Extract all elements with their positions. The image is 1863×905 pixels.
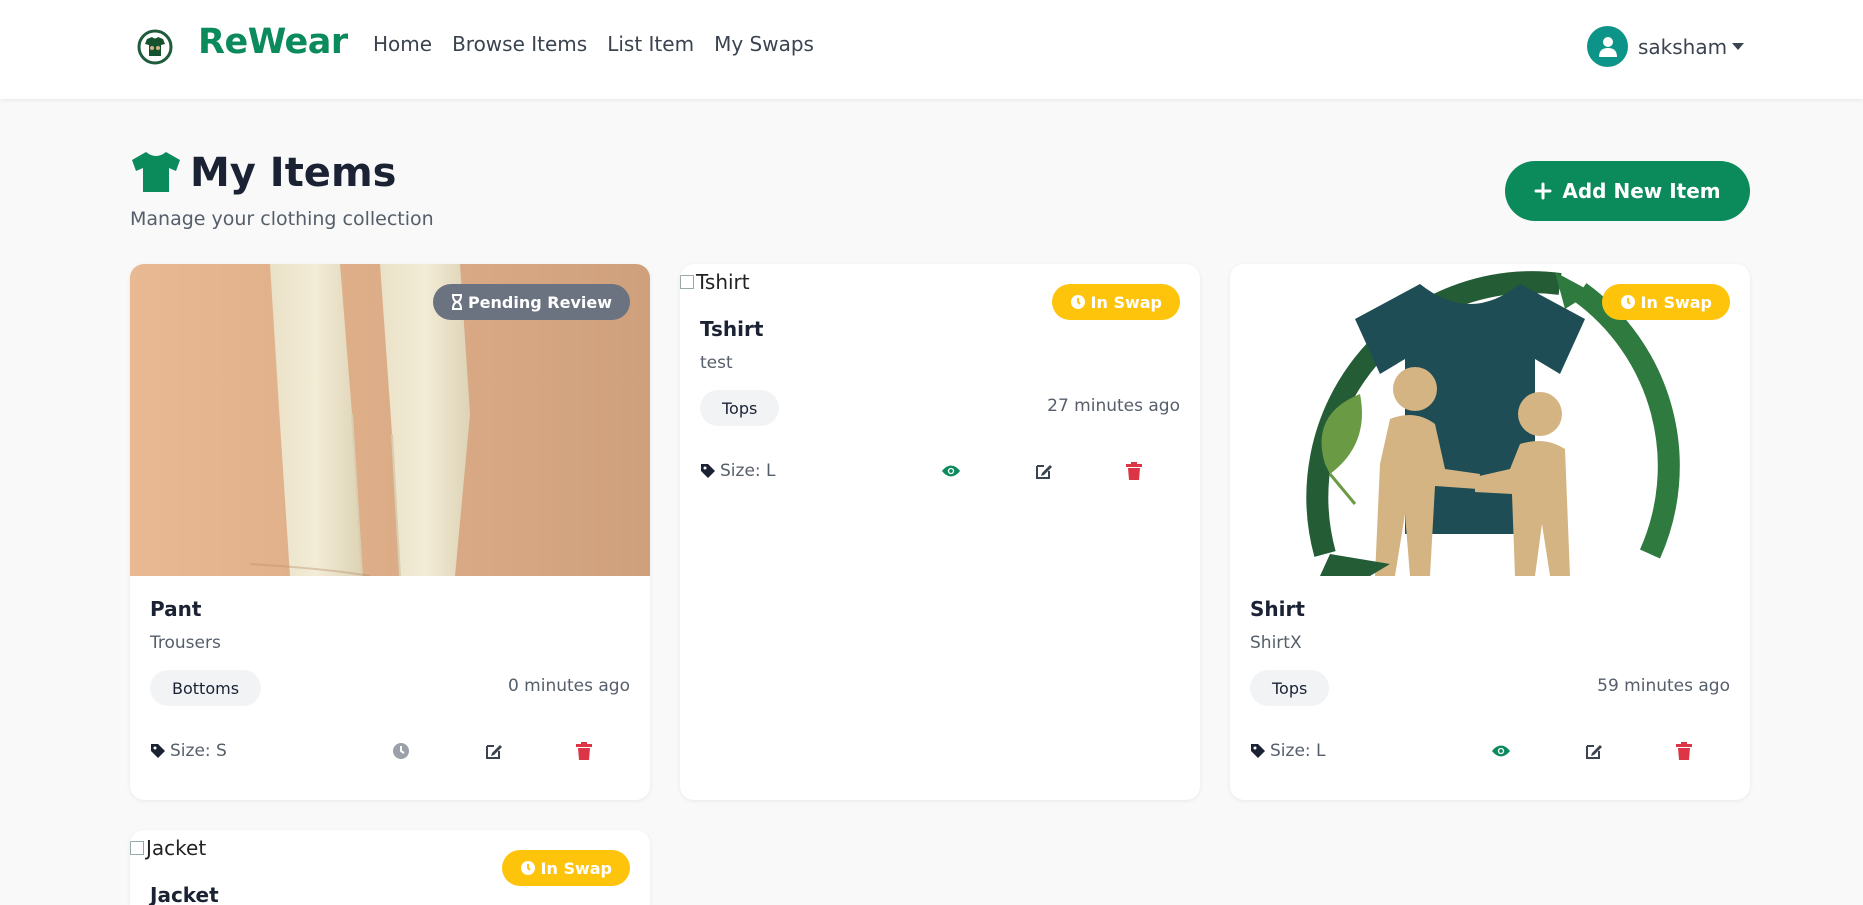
edit-icon[interactable] <box>1034 461 1054 481</box>
item-title: Pant <box>150 597 202 621</box>
item-card-tshirt[interactable]: Tshirt In Swap Tshirt test Tops 27 minut… <box>680 264 1200 800</box>
status-label: In Swap <box>1640 292 1712 312</box>
clock-icon <box>1070 295 1085 309</box>
edit-icon[interactable] <box>1584 741 1604 761</box>
shirt-icon <box>132 152 180 192</box>
item-time: 59 minutes ago <box>1597 676 1730 696</box>
status-badge: In Swap <box>1601 284 1730 320</box>
nav-links: Home Browse Items List Item My Swaps <box>373 32 814 56</box>
status-label: In Swap <box>1090 292 1162 312</box>
item-card-shirt[interactable]: In Swap Shirt ShirtX Tops 59 minutes ago… <box>1230 264 1750 800</box>
item-description: ShirtX <box>1250 633 1302 653</box>
item-size-label: Size: L <box>1270 741 1326 761</box>
eye-icon[interactable] <box>941 461 961 481</box>
status-badge: Pending Review <box>432 284 630 320</box>
broken-image-icon <box>130 841 144 855</box>
hourglass-icon <box>451 294 462 310</box>
clock-icon[interactable] <box>391 741 411 761</box>
item-card-pant[interactable]: Pending Review Pant Trousers Bottoms 0 m… <box>130 264 650 800</box>
add-new-item-label: Add New Item <box>1562 179 1721 203</box>
user-menu[interactable]: saksham <box>1587 26 1745 67</box>
tag-icon <box>1251 744 1265 758</box>
navbar: ReWear Home Browse Items List Item My Sw… <box>0 0 1863 99</box>
status-badge: In Swap <box>1051 284 1180 320</box>
trash-icon[interactable] <box>1674 741 1694 761</box>
trash-icon[interactable] <box>1124 461 1144 481</box>
item-description: Trousers <box>150 633 221 653</box>
category-badge: Bottoms <box>150 670 262 706</box>
logo-icon[interactable] <box>137 29 173 65</box>
tag-icon <box>151 744 165 758</box>
item-time: 27 minutes ago <box>1047 396 1180 416</box>
item-card-jacket[interactable]: Jacket In Swap Jacket <box>130 830 650 905</box>
nav-my-swaps[interactable]: My Swaps <box>714 32 814 56</box>
add-new-item-button[interactable]: Add New Item <box>1505 161 1750 221</box>
broken-image: Jacket <box>130 836 206 860</box>
brand-logo[interactable]: ReWear <box>198 22 348 62</box>
item-description: test <box>700 353 733 373</box>
page-subtitle: Manage your clothing collection <box>130 208 434 230</box>
item-size: Size: S <box>150 741 227 761</box>
username: saksham <box>1638 34 1728 59</box>
item-size-label: Size: S <box>170 741 227 761</box>
item-size: Size: L <box>700 461 776 481</box>
edit-icon[interactable] <box>484 741 504 761</box>
clock-icon <box>1620 295 1635 309</box>
eye-icon[interactable] <box>1491 741 1511 761</box>
plus-icon <box>1534 182 1552 200</box>
nav-list-item[interactable]: List Item <box>607 32 694 56</box>
item-title: Jacket <box>150 883 219 905</box>
page-title: My Items <box>190 150 397 196</box>
item-title: Tshirt <box>700 317 764 341</box>
user-icon <box>1598 36 1617 57</box>
broken-image: Tshirt <box>680 270 750 294</box>
nav-browse-items[interactable]: Browse Items <box>452 32 587 56</box>
image-alt-text: Tshirt <box>696 270 750 294</box>
status-label: Pending Review <box>467 292 612 312</box>
image-alt-text: Jacket <box>146 836 207 860</box>
chevron-down-icon <box>1732 43 1745 50</box>
item-size: Size: L <box>1250 741 1326 761</box>
category-badge: Tops <box>1250 670 1330 706</box>
status-badge: In Swap <box>501 850 630 886</box>
tag-icon <box>701 464 715 478</box>
avatar <box>1587 26 1628 67</box>
item-size-label: Size: L <box>720 461 776 481</box>
nav-home[interactable]: Home <box>373 32 432 56</box>
clock-icon <box>520 861 535 875</box>
trash-icon[interactable] <box>574 741 594 761</box>
status-label: In Swap <box>540 858 612 878</box>
broken-image-icon <box>680 275 694 289</box>
item-time: 0 minutes ago <box>507 676 630 696</box>
category-badge: Tops <box>700 390 780 426</box>
item-title: Shirt <box>1250 597 1305 621</box>
